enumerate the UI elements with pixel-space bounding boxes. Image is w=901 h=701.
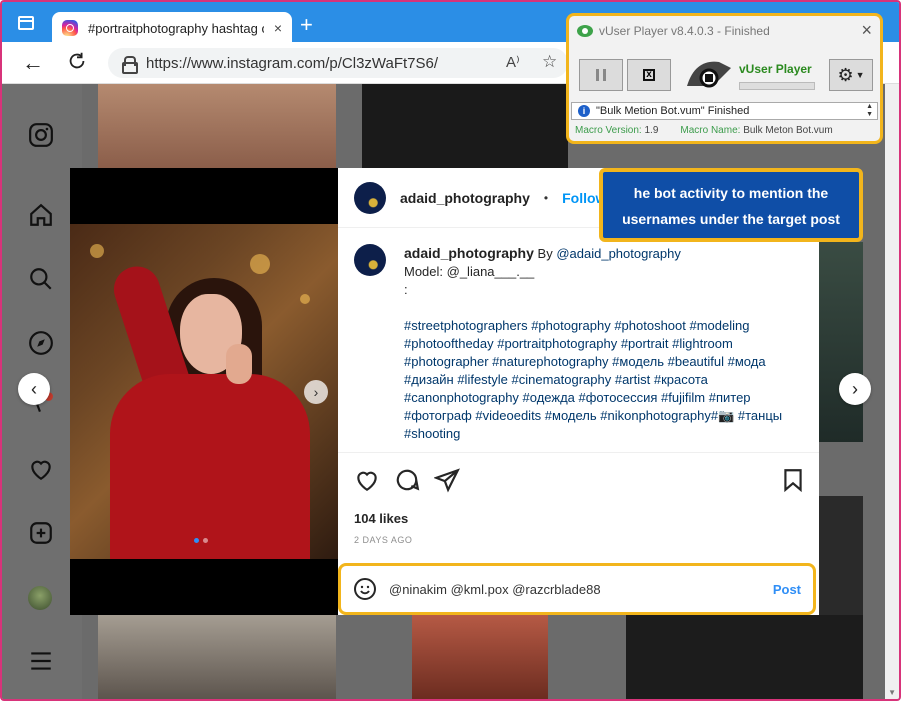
read-aloud-icon[interactable]: A⁾ [506, 53, 520, 71]
screenshot-frame: #portraitphotography hashtag on Instagra… [0, 0, 901, 701]
grid-tile[interactable] [819, 242, 863, 442]
create-plus-icon[interactable] [28, 520, 54, 546]
save-bookmark-icon[interactable] [780, 467, 806, 493]
instagram-favicon-icon [62, 20, 78, 36]
author-username[interactable]: adaid_photography [400, 190, 530, 206]
vuser-robot-hand-logo-icon [687, 61, 731, 88]
gear-icon: ⚙ [837, 64, 854, 85]
grid-tile[interactable] [362, 84, 568, 168]
vuser-stop-button[interactable]: x [627, 59, 671, 91]
tab-title: #portraitphotography hashtag on Instagra… [88, 20, 264, 36]
vuser-title: vUser Player v8.4.0.3 - Finished [599, 24, 770, 38]
next-post-button[interactable]: › [839, 373, 871, 405]
vuser-close-icon[interactable]: × [861, 20, 872, 41]
search-icon[interactable] [28, 266, 54, 292]
info-icon: i [578, 105, 590, 117]
like-heart-icon[interactable] [354, 467, 380, 493]
explore-compass-icon[interactable] [28, 330, 54, 356]
previous-post-button[interactable]: ‹ [18, 373, 50, 405]
chevron-down-icon: ▼ [855, 70, 865, 80]
vuser-player-window: vUser Player v8.4.0.3 - Finished × x vUs… [566, 13, 883, 144]
tab-close-icon[interactable]: × [274, 20, 282, 36]
caption-colon-line: : [404, 282, 408, 297]
caption-author-username[interactable]: adaid_photography [404, 245, 534, 261]
url-text: https://www.instagram.com/p/Cl3zWaFt7S6/ [146, 54, 439, 72]
post-media: › [70, 168, 338, 615]
address-bar[interactable]: https://www.instagram.com/p/Cl3zWaFt7S6/ [108, 48, 568, 78]
author-avatar[interactable] [354, 181, 386, 214]
vuser-status-text: "Bulk Metion Bot.vum" Finished [596, 105, 750, 117]
menu-hamburger-icon[interactable] [28, 648, 54, 674]
share-send-icon[interactable] [434, 467, 460, 493]
post-comment-button[interactable]: Post [773, 582, 801, 597]
photo-next-button[interactable]: › [304, 380, 328, 404]
separator-dot: • [543, 190, 549, 205]
comment-input-box: @ninakim @kml.pox @razcrblade88 Post [338, 563, 816, 615]
callout-line-1: he bot activity to mention the [633, 185, 829, 201]
macro-version-value: 1.9 [644, 125, 659, 136]
vuser-status-field[interactable]: i "Bulk Metion Bot.vum" Finished ▲ ▼ [571, 102, 878, 120]
caption-text: adaid_photography By @adaid_photography … [404, 244, 804, 444]
comment-input[interactable]: @ninakim @kml.pox @razcrblade88 [389, 582, 761, 597]
lock-icon[interactable] [122, 56, 138, 74]
back-arrow-icon[interactable]: ← [22, 50, 44, 76]
callout-line-2: usernames under the target post [622, 211, 840, 227]
vuser-macro-info: Macro Version: 1.9 Macro Name: Bulk Meto… [575, 125, 833, 136]
status-spinner-icon[interactable]: ▲ ▼ [866, 103, 873, 119]
caption-author-avatar[interactable] [354, 244, 386, 276]
scroll-down-arrow-icon[interactable]: ▼ [888, 688, 896, 697]
vuser-title-bar: vUser Player v8.4.0.3 - Finished [577, 24, 770, 38]
caption-model-line: Model: @_liana___.__ [404, 264, 535, 279]
carousel-dot [203, 538, 208, 543]
page-scrollbar[interactable]: ▼ [885, 84, 899, 699]
browser-tab-active[interactable]: #portraitphotography hashtag on Instagra… [52, 12, 292, 44]
vuser-settings-button[interactable]: ⚙ ▼ [829, 59, 873, 91]
reload-icon[interactable] [66, 50, 88, 72]
caption-hashtags[interactable]: #streetphotographers #photography #photo… [404, 317, 804, 443]
pause-icon [596, 69, 606, 81]
vuser-progress-bar [739, 82, 815, 90]
home-icon[interactable] [28, 202, 54, 228]
new-tab-button[interactable]: + [300, 14, 313, 36]
comment-bubble-icon[interactable] [394, 467, 420, 493]
caption-by-text: By [537, 246, 557, 261]
grid-tile[interactable] [819, 496, 863, 616]
likes-count[interactable]: 104 likes [354, 511, 408, 526]
post-date: 2 DAYS AGO [354, 535, 413, 545]
grid-tile[interactable] [626, 615, 863, 699]
vuser-brand-label: vUser Player [739, 62, 812, 76]
vuser-eye-icon [577, 25, 593, 37]
heart-notifications-icon[interactable] [28, 456, 54, 482]
stop-icon: x [643, 69, 655, 81]
grid-tile[interactable] [98, 615, 336, 699]
grid-tile[interactable] [98, 84, 336, 168]
instagram-logo-icon[interactable] [28, 122, 54, 148]
profile-avatar[interactable] [28, 586, 52, 610]
favorite-star-icon[interactable]: ☆ [542, 52, 557, 72]
post-caption: adaid_photography By @adaid_photography … [354, 244, 804, 444]
tab-actions-icon[interactable] [18, 16, 34, 30]
carousel-dot-active [194, 538, 199, 543]
macro-version-label: Macro Version: [575, 125, 642, 136]
photo-carousel-dots [194, 538, 208, 543]
caption-mention-link[interactable]: @adaid_photography [556, 246, 681, 261]
vuser-pause-button[interactable] [579, 59, 623, 91]
grid-tile[interactable] [412, 615, 548, 699]
macro-name-label: Macro Name: [680, 125, 741, 136]
annotation-callout: he bot activity to mention the usernames… [599, 168, 863, 242]
post-photo[interactable] [70, 224, 338, 559]
emoji-picker-icon[interactable] [353, 577, 377, 601]
macro-name-value: Bulk Meton Bot.vum [743, 125, 833, 136]
